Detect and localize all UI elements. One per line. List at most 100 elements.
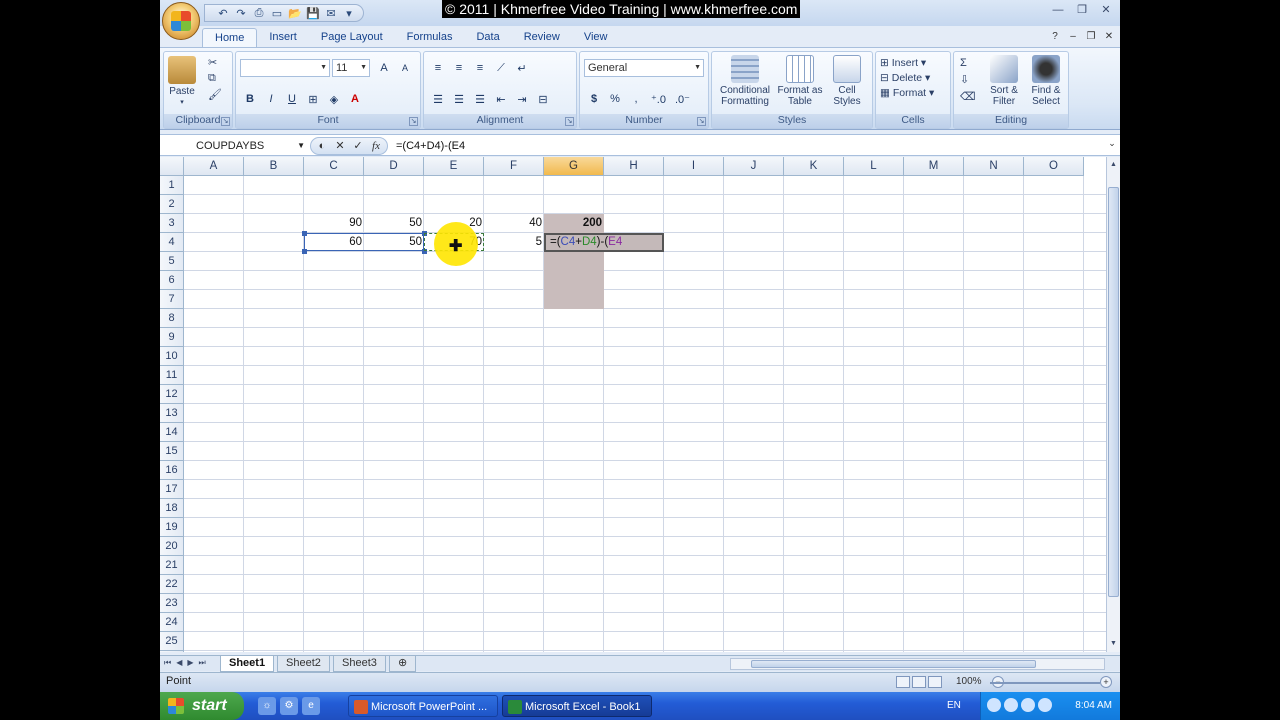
row-header-18[interactable]: 18 <box>160 499 184 518</box>
first-sheet-icon[interactable]: ⏮ <box>164 658 171 668</box>
column-header-o[interactable]: O <box>1024 157 1084 176</box>
customize-qat-icon[interactable]: ▾ <box>341 5 357 21</box>
sort-filter-button[interactable]: Sort & Filter <box>984 55 1024 107</box>
print-preview-icon[interactable]: ⎙ <box>251 5 267 21</box>
insert-sheet-icon[interactable]: ⊕ <box>389 656 417 672</box>
format-cells-button[interactable]: ▦ Format ▾ <box>880 87 934 99</box>
office-button[interactable] <box>162 2 200 40</box>
cell-f3[interactable]: 40 <box>484 214 544 233</box>
new-icon[interactable]: ▭ <box>269 5 285 21</box>
row-header-2[interactable]: 2 <box>160 195 184 214</box>
row-header-14[interactable]: 14 <box>160 423 184 442</box>
column-header-h[interactable]: H <box>604 157 664 176</box>
column-header-m[interactable]: M <box>904 157 964 176</box>
tab-view[interactable]: View <box>572 28 620 48</box>
conditional-formatting-button[interactable]: Conditional Formatting <box>714 55 776 107</box>
column-header-g[interactable]: G <box>544 157 604 176</box>
formula-input[interactable]: =(C4+D4)-(E4 <box>396 137 465 155</box>
column-header-k[interactable]: K <box>784 157 844 176</box>
comma-button[interactable]: , <box>626 90 646 108</box>
enter-entry-icon[interactable]: ✓ <box>351 138 365 154</box>
align-left-icon[interactable]: ☰ <box>428 90 448 108</box>
underline-button[interactable]: U <box>282 90 302 108</box>
row-header-13[interactable]: 13 <box>160 404 184 423</box>
row-header-22[interactable]: 22 <box>160 575 184 594</box>
currency-button[interactable]: $ <box>584 90 604 108</box>
task-powerpoint[interactable]: Microsoft PowerPoint ... <box>348 695 498 717</box>
merge-center-icon[interactable]: ⊟ <box>533 90 553 108</box>
cancel-entry-icon[interactable]: ✕ <box>333 138 347 154</box>
font-launcher-icon[interactable]: ↘ <box>409 117 418 126</box>
row-header-26[interactable]: 26 <box>160 651 184 652</box>
bold-button[interactable]: B <box>240 90 260 108</box>
worksheet-grid[interactable]: A B C D E F G H I J K L M N O 1 2 3 4 5 6 7 8 9 10 11 12 13 14 15 16 17… <box>160 157 1106 652</box>
row-header-1[interactable]: 1 <box>160 176 184 195</box>
row-header-20[interactable]: 20 <box>160 537 184 556</box>
increase-decimal-icon[interactable]: ⁺.0 <box>647 90 670 108</box>
select-all-corner[interactable] <box>160 157 184 176</box>
align-top-icon[interactable]: ≡ <box>428 59 448 77</box>
tray-security-icon[interactable] <box>1021 698 1035 712</box>
column-header-e[interactable]: E <box>424 157 484 176</box>
column-header-f[interactable]: F <box>484 157 544 176</box>
increase-indent-icon[interactable]: ⇥ <box>512 90 532 108</box>
delete-cells-button[interactable]: ⊟ Delete ▾ <box>880 72 934 84</box>
sheet-tab-sheet3[interactable]: Sheet3 <box>333 656 386 672</box>
row-header-10[interactable]: 10 <box>160 347 184 366</box>
cell-c3[interactable]: 90 <box>304 214 364 233</box>
number-launcher-icon[interactable]: ↘ <box>697 117 706 126</box>
paste-button[interactable]: Paste ▾ <box>168 56 196 108</box>
column-header-c[interactable]: C <box>304 157 364 176</box>
borders-icon[interactable]: ⊞ <box>303 90 323 108</box>
email-icon[interactable]: ✉ <box>323 5 339 21</box>
ie-icon[interactable]: e <box>302 697 320 715</box>
tray-network-icon[interactable] <box>987 698 1001 712</box>
row-header-5[interactable]: 5 <box>160 252 184 271</box>
range-handle[interactable] <box>302 231 307 236</box>
column-header-d[interactable]: D <box>364 157 424 176</box>
cut-icon[interactable]: ✂ <box>208 56 222 69</box>
close-icon[interactable]: ✕ <box>1096 3 1116 17</box>
cell-f4[interactable]: 5 <box>484 233 544 252</box>
font-name-combo[interactable]: ▼ <box>240 59 330 77</box>
row-header-17[interactable]: 17 <box>160 480 184 499</box>
name-box-resize-icon[interactable]: ◐ <box>315 138 329 154</box>
row-header-25[interactable]: 25 <box>160 632 184 651</box>
quick-launch-tool-icon[interactable]: ⚙ <box>280 697 298 715</box>
workbook-restore-icon[interactable]: ❐ <box>1084 30 1098 44</box>
row-header-6[interactable]: 6 <box>160 271 184 290</box>
tray-update-icon[interactable] <box>1038 698 1052 712</box>
column-header-a[interactable]: A <box>184 157 244 176</box>
cell-g3[interactable]: 200 <box>544 214 604 233</box>
zoom-slider[interactable] <box>990 682 1100 684</box>
insert-cells-button[interactable]: ⊞ Insert ▾ <box>880 57 934 69</box>
next-sheet-icon[interactable]: ▶ <box>187 658 193 668</box>
row-header-19[interactable]: 19 <box>160 518 184 537</box>
row-header-21[interactable]: 21 <box>160 556 184 575</box>
start-button[interactable]: start <box>160 692 244 720</box>
orientation-icon[interactable]: ⟋ <box>491 59 511 77</box>
column-header-b[interactable]: B <box>244 157 304 176</box>
insert-function-icon[interactable]: fx <box>369 138 383 154</box>
active-cell-g4-editor[interactable]: =(C4+D4)-(E4 <box>544 233 664 252</box>
autosum-button[interactable]: Σ <box>960 57 976 69</box>
shrink-font-button[interactable]: A <box>395 59 415 77</box>
scroll-down-icon[interactable]: ▼ <box>1108 638 1119 650</box>
cell-styles-button[interactable]: Cell Styles <box>824 55 870 107</box>
alignment-launcher-icon[interactable]: ↘ <box>565 117 574 126</box>
fill-color-icon[interactable]: ◈ <box>324 90 344 108</box>
percent-button[interactable]: % <box>605 90 625 108</box>
name-box[interactable]: COUPDAYBS ▼ <box>162 137 307 155</box>
format-as-table-button[interactable]: Format as Table <box>776 55 824 107</box>
font-color-icon[interactable]: A <box>345 90 365 108</box>
wrap-text-icon[interactable]: ↵ <box>512 59 532 77</box>
row-header-9[interactable]: 9 <box>160 328 184 347</box>
expand-formula-bar-icon[interactable]: ⌄ <box>1106 138 1118 152</box>
open-icon[interactable]: 📂 <box>287 5 303 21</box>
zoom-in-icon[interactable]: + <box>1100 676 1112 688</box>
copy-icon[interactable]: ⧉ <box>208 72 222 85</box>
tab-page-layout[interactable]: Page Layout <box>309 28 395 48</box>
tab-formulas[interactable]: Formulas <box>395 28 465 48</box>
fill-icon[interactable]: ⇩ <box>960 73 976 86</box>
task-excel[interactable]: Microsoft Excel - Book1 <box>502 695 652 717</box>
